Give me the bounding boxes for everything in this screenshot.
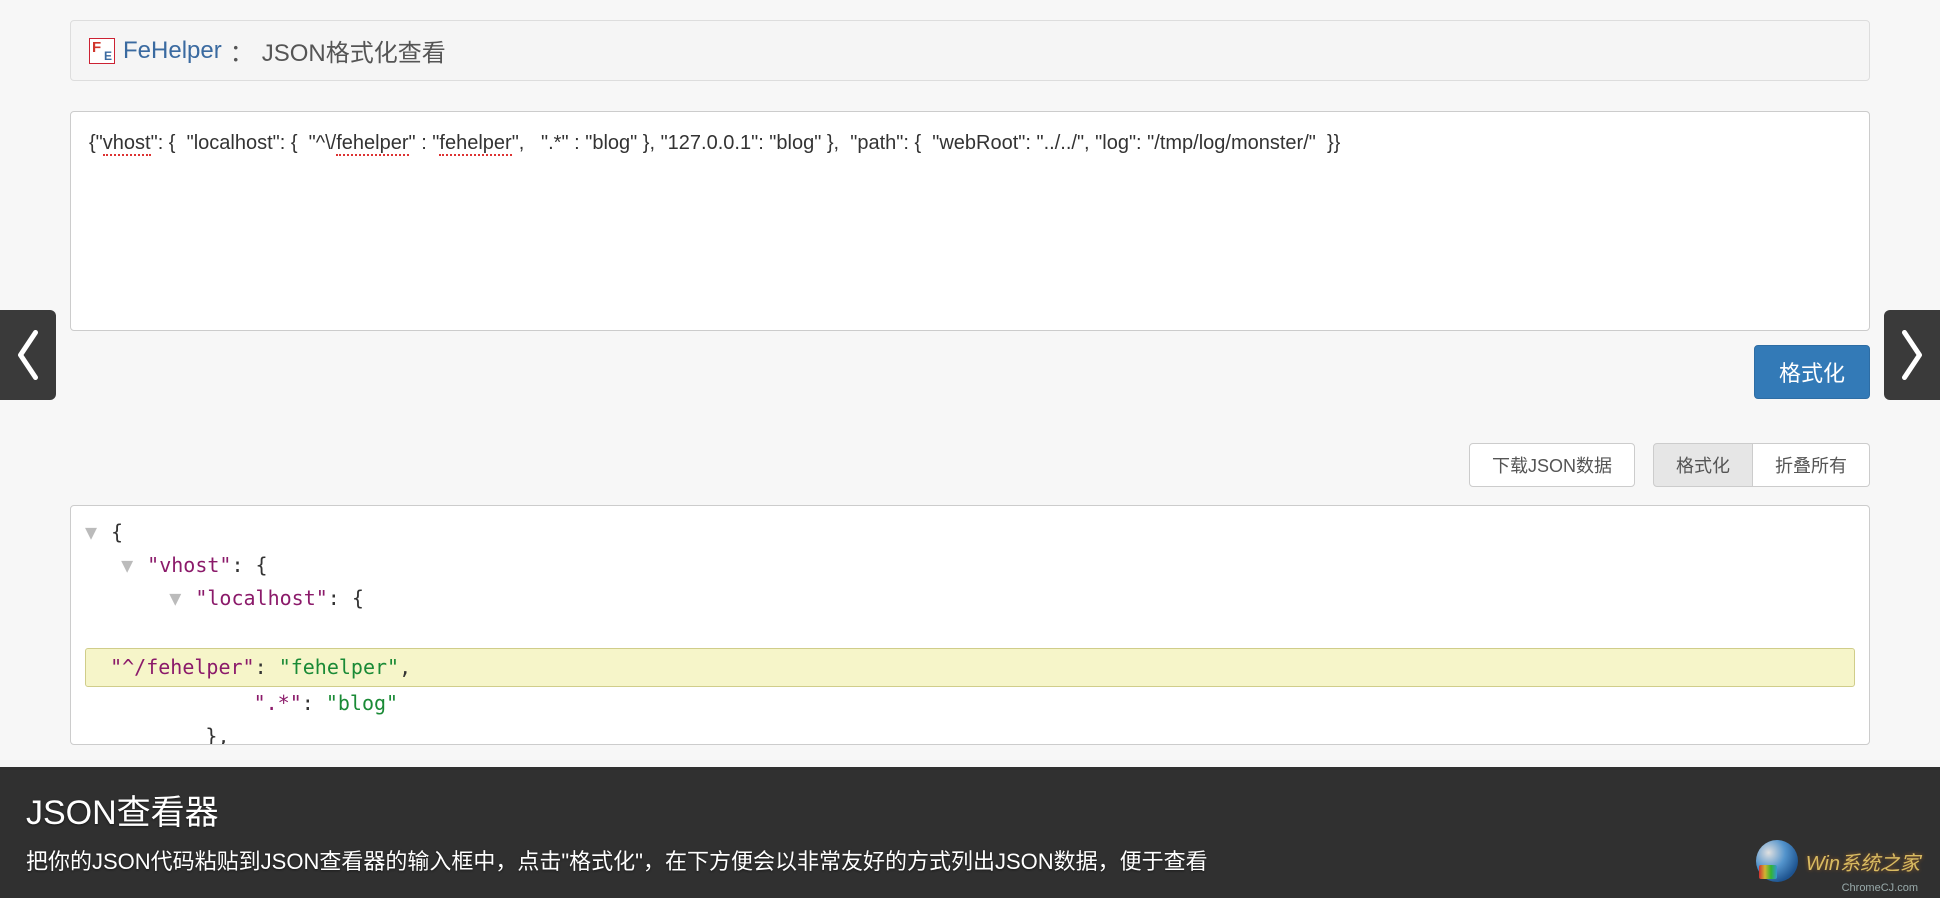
toggle-icon[interactable]: ▼ (85, 516, 99, 549)
format-button[interactable]: 格式化 (1754, 345, 1870, 399)
chevron-left-icon (13, 330, 43, 380)
windows-orb-icon (1756, 840, 1798, 882)
json-output-viewer[interactable]: ▼ { ▼ "vhost": { ▼ "localhost": { "^/feh… (70, 505, 1870, 745)
chevron-right-icon (1897, 330, 1927, 380)
caption-overlay: JSON查看器 把你的JSON代码粘贴到JSON查看器的输入框中，点击"格式化"… (0, 767, 1940, 898)
toggle-icon[interactable]: ▼ (121, 549, 135, 582)
prev-slide-button[interactable] (0, 310, 56, 400)
overlay-title: JSON查看器 (26, 785, 1914, 834)
fehelper-logo-icon (89, 38, 115, 64)
highlighted-json-line[interactable]: "^/fehelper": "fehelper", (85, 648, 1855, 687)
watermark: Win系统之家 (1756, 840, 1920, 882)
collapse-all-button[interactable]: 折叠所有 (1753, 443, 1870, 487)
watermark-text: Win系统之家 (1806, 847, 1920, 876)
format-tab-button[interactable]: 格式化 (1653, 443, 1753, 487)
watermark-sub: ChromeCJ.com (1842, 882, 1918, 894)
next-slide-button[interactable] (1884, 310, 1940, 400)
header-sep: ： (230, 33, 254, 68)
overlay-description: 把你的JSON代码粘贴到JSON查看器的输入框中，点击"格式化"，在下方便会以非… (26, 844, 1914, 876)
header-brand: FeHelper (123, 37, 222, 65)
result-toolbar: 下载JSON数据 格式化 折叠所有 (70, 443, 1870, 487)
toggle-icon[interactable]: ▼ (169, 582, 183, 615)
json-input[interactable]: {"vhost": { "localhost": { "^\/fehelper"… (70, 111, 1870, 331)
download-json-button[interactable]: 下载JSON数据 (1469, 443, 1635, 487)
page-title: JSON格式化查看 (262, 33, 446, 68)
page-header: FeHelper ： JSON格式化查看 (70, 20, 1870, 81)
